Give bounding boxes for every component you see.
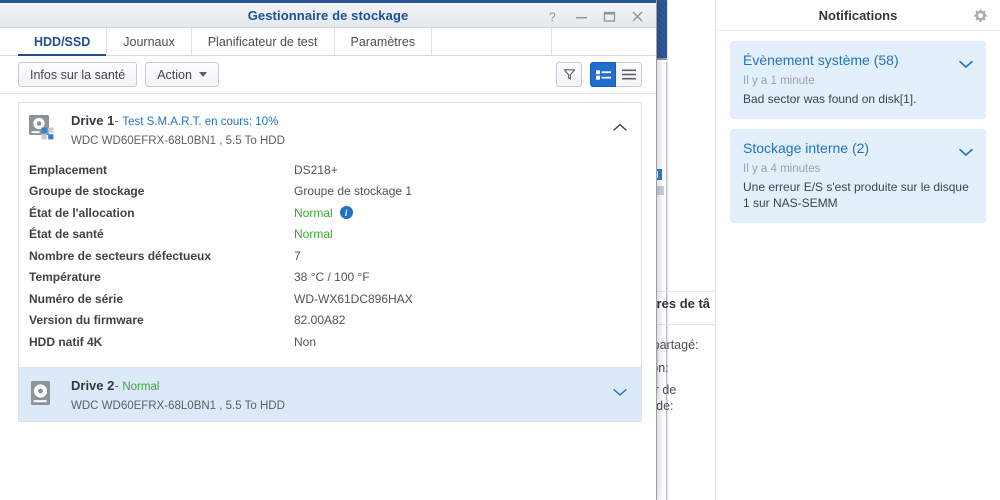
detail-row: État de santé Normal [29, 224, 641, 246]
chevron-down-icon[interactable] [613, 384, 627, 393]
chevron-down-icon [199, 72, 207, 77]
drive-title: Drive 1- Test S.M.A.R.T. en cours: 10% [71, 113, 285, 130]
detail-label: État de santé [29, 227, 294, 241]
chevron-down-icon[interactable] [959, 56, 973, 65]
detail-row: Version du firmware 82.00A82 [29, 310, 641, 332]
drive-header-row[interactable]: Drive 1- Test S.M.A.R.T. en cours: 10% W… [19, 103, 641, 156]
help-button[interactable]: ? [540, 6, 566, 26]
drive-status: Normal [122, 381, 159, 393]
detail-value: Non [294, 335, 316, 349]
detail-value: WD-WX61DC896HAX [294, 292, 413, 306]
action-label: Action [157, 68, 192, 82]
minimize-button[interactable] [568, 6, 594, 26]
notification-item[interactable]: Stockage interne (2) Il y a 4 minutes Un… [730, 129, 986, 223]
action-dropdown-button[interactable]: Action [145, 62, 219, 87]
drive-details: Emplacement DS218+ Groupe de stockage Gr… [19, 156, 641, 367]
view-mode-group [590, 62, 642, 87]
tab-bar-filler [432, 28, 552, 55]
detail-label: Groupe de stockage [29, 184, 294, 198]
chevron-down-icon[interactable] [959, 144, 973, 153]
detail-label: HDD natif 4K [29, 335, 294, 349]
detail-label: Nombre de secteurs défectueux [29, 249, 294, 263]
detail-value: Normal [294, 206, 333, 220]
detail-label: État de l'allocation [29, 206, 294, 220]
tab-journaux[interactable]: Journaux [107, 28, 191, 55]
drive-name: Drive 2 [71, 378, 114, 393]
notification-message: Bad sector was found on disk[1]. [743, 91, 973, 107]
notification-title: Évènement système (58) [743, 52, 973, 68]
maximize-button[interactable] [596, 6, 622, 26]
drive-header-row[interactable]: Drive 2- Normal WDC WD60EFRX-68L0BN1 , 5… [19, 368, 641, 421]
detail-row: État de l'allocation Normal i [29, 202, 641, 224]
detail-list-view-icon[interactable] [590, 62, 616, 87]
notification-timestamp: Il y a 4 minutes [743, 163, 973, 175]
svg-text:?: ? [549, 10, 556, 23]
notifications-panel: Notifications Évènement système (58) Il … [715, 0, 1000, 500]
detail-value: Groupe de stockage 1 [294, 184, 412, 198]
tab-planificateur-de-test[interactable]: Planificateur de test [192, 28, 335, 55]
notifications-title: Notifications [819, 8, 898, 23]
detail-row: Température 38 °C / 100 °F [29, 267, 641, 289]
drive-status: Test S.M.A.R.T. en cours: 10% [122, 116, 278, 128]
drive-list: Drive 1- Test S.M.A.R.T. en cours: 10% W… [0, 94, 656, 500]
detail-value: 7 [294, 249, 301, 263]
notification-message: Une erreur E/S s'est produite sur le dis… [743, 179, 973, 211]
hard-drive-active-icon [29, 115, 59, 143]
window-controls: ? [540, 6, 650, 26]
toolbar: Infos sur la santé Action [0, 56, 656, 94]
detail-row: Numéro de série WD-WX61DC896HAX [29, 288, 641, 310]
notifications-list: Évènement système (58) Il y a 1 minute B… [716, 31, 1000, 223]
filter-funnel-icon[interactable] [556, 62, 582, 87]
notification-timestamp: Il y a 1 minute [743, 75, 973, 87]
detail-row: HDD natif 4K Non [29, 331, 641, 353]
detail-label: Température [29, 270, 294, 284]
storage-manager-window: Gestionnaire de stockage ? HDD/SSD [0, 0, 657, 500]
drive-title-separator: - [114, 378, 118, 393]
compact-list-view-icon[interactable] [616, 62, 642, 87]
gear-icon[interactable] [973, 8, 988, 23]
drive-card: Drive 1- Test S.M.A.R.T. en cours: 10% W… [18, 102, 642, 368]
detail-value: Normal [294, 227, 333, 241]
drive-model: WDC WD60EFRX-68L0BN1 , 5.5 To HDD [71, 400, 285, 412]
detail-label: Version du firmware [29, 313, 294, 327]
drive-model: WDC WD60EFRX-68L0BN1 , 5.5 To HDD [71, 135, 285, 147]
notifications-header: Notifications [716, 0, 1000, 31]
drive-title-separator: - [114, 113, 118, 128]
drive-text-block: Drive 1- Test S.M.A.R.T. en cours: 10% W… [71, 113, 285, 147]
detail-value: 38 °C / 100 °F [294, 270, 370, 284]
detail-value: DS218+ [294, 163, 338, 177]
tab-label: Journaux [123, 35, 174, 49]
drive-title: Drive 2- Normal [71, 378, 285, 395]
detail-value: 82.00A82 [294, 313, 345, 327]
tab-parametres[interactable]: Paramètres [335, 28, 433, 55]
detail-row: Emplacement DS218+ [29, 159, 641, 181]
detail-value-wrapper: Normal i [294, 206, 353, 220]
close-button[interactable] [624, 6, 650, 26]
tab-label: Paramètres [351, 35, 416, 49]
notification-title: Stockage interne (2) [743, 140, 973, 156]
drive-card: Drive 2- Normal WDC WD60EFRX-68L0BN1 , 5… [18, 368, 642, 422]
window-titlebar[interactable]: Gestionnaire de stockage ? [0, 0, 656, 28]
tab-label: HDD/SSD [34, 35, 90, 49]
drive-name: Drive 1 [71, 113, 114, 128]
screen: ètres de tâ r partagé: tion: ier de arde… [0, 0, 1000, 500]
detail-row: Nombre de secteurs défectueux 7 [29, 245, 641, 267]
background-window-secondary[interactable] [667, 0, 715, 500]
info-icon[interactable]: i [340, 206, 353, 219]
drive-text-block: Drive 2- Normal WDC WD60EFRX-68L0BN1 , 5… [71, 378, 285, 412]
detail-row: Groupe de stockage Groupe de stockage 1 [29, 181, 641, 203]
tab-hdd-ssd[interactable]: HDD/SSD [18, 28, 107, 55]
notification-item[interactable]: Évènement système (58) Il y a 1 minute B… [730, 41, 986, 119]
detail-label: Emplacement [29, 163, 294, 177]
hard-drive-icon [29, 380, 59, 408]
tab-bar: HDD/SSD Journaux Planificateur de test P… [0, 28, 656, 56]
health-info-label: Infos sur la santé [30, 68, 125, 82]
health-info-button[interactable]: Infos sur la santé [18, 62, 137, 87]
detail-label: Numéro de série [29, 292, 294, 306]
tab-label: Planificateur de test [208, 35, 318, 49]
chevron-up-icon[interactable] [613, 119, 627, 128]
